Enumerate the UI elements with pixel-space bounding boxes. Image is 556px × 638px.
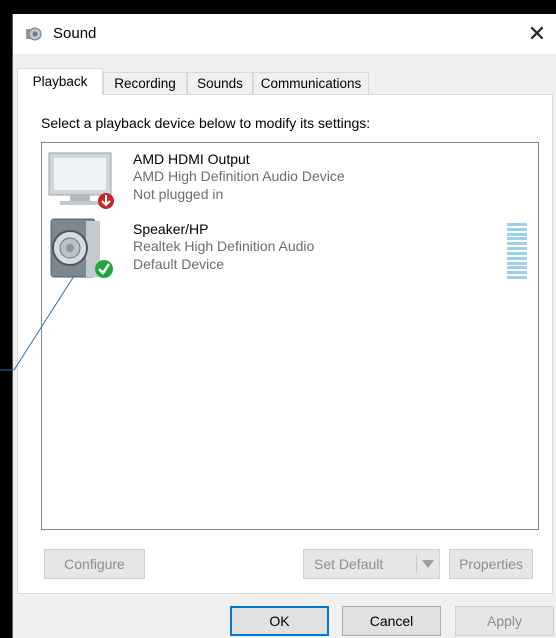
playback-panel: Select a playback device below to modify… bbox=[17, 94, 553, 594]
default-check-icon bbox=[95, 260, 113, 278]
set-default-button[interactable]: Set Default bbox=[303, 549, 440, 579]
properties-button[interactable]: Properties bbox=[449, 549, 533, 579]
configure-button[interactable]: Configure bbox=[44, 549, 145, 579]
title-bar[interactable]: Sound ✕ bbox=[13, 14, 556, 54]
cancel-button[interactable]: Cancel bbox=[342, 606, 441, 636]
window-title: Sound bbox=[53, 25, 97, 42]
volume-level-meter bbox=[507, 223, 527, 279]
tab-recording[interactable]: Recording bbox=[103, 72, 187, 94]
monitor-icon bbox=[48, 152, 114, 209]
device-description: AMD High Definition Audio Device bbox=[133, 168, 345, 184]
tab-communications[interactable]: Communications bbox=[253, 72, 369, 94]
device-item[interactable]: Speaker/HP Realtek High Definition Audio… bbox=[46, 217, 527, 285]
device-name: Speaker/HP bbox=[133, 221, 209, 237]
instruction-text: Select a playback device below to modify… bbox=[41, 115, 371, 131]
device-status: Default Device bbox=[133, 256, 225, 272]
speaker-icon bbox=[50, 218, 113, 278]
chevron-down-icon[interactable] bbox=[422, 560, 434, 568]
device-list[interactable]: AMD HDMI Output AMD High Definition Audi… bbox=[41, 142, 539, 530]
device-status: Not plugged in bbox=[133, 186, 224, 202]
device-description: Realtek High Definition Audio bbox=[133, 238, 315, 254]
device-name: AMD HDMI Output bbox=[133, 151, 250, 167]
apply-button[interactable]: Apply bbox=[455, 606, 554, 636]
tab-playback[interactable]: Playback bbox=[17, 68, 103, 95]
set-default-label: Set Default bbox=[314, 556, 384, 572]
sound-app-icon bbox=[26, 27, 42, 41]
split-separator bbox=[416, 555, 417, 573]
close-icon: ✕ bbox=[527, 21, 547, 46]
device-item[interactable]: AMD HDMI Output AMD High Definition Audi… bbox=[46, 147, 526, 215]
close-button[interactable]: ✕ bbox=[517, 14, 556, 54]
unplugged-arrow-icon bbox=[98, 193, 114, 209]
ok-button[interactable]: OK bbox=[230, 606, 329, 636]
sound-dialog: Sound ✕ Playback Recording Sounds Commun… bbox=[12, 14, 556, 638]
tab-sounds[interactable]: Sounds bbox=[187, 72, 253, 94]
